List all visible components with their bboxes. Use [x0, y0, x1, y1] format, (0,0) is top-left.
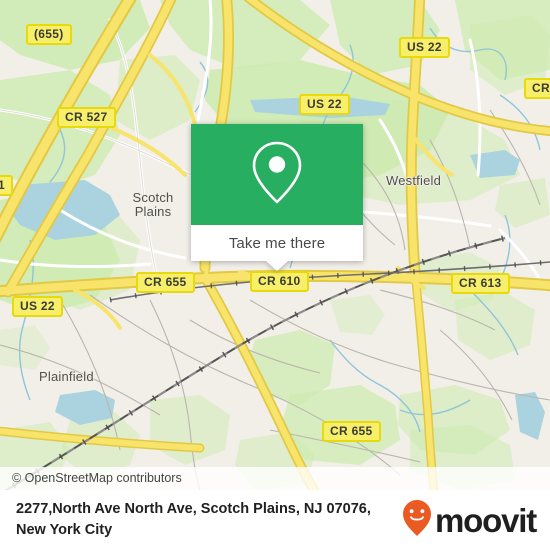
map-shield-left-edge: 1 [0, 175, 13, 196]
map-shield-cr5-right: CR 5 [524, 78, 550, 99]
popup-cta[interactable]: Take me there [191, 225, 363, 261]
moovit-smiley-pin-icon [402, 499, 432, 542]
map-shield-cr527: CR 527 [57, 107, 116, 128]
map-pin-icon [249, 139, 305, 210]
osm-attribution[interactable]: © OpenStreetMap contributors [0, 467, 550, 490]
address-text: 2277,North Ave North Ave, Scotch Plains,… [16, 501, 371, 538]
moovit-wordmark: moovit [435, 501, 537, 539]
location-popup-card[interactable]: Take me there [191, 124, 363, 271]
map-shield-cr655-bottom: CR 655 [322, 421, 381, 442]
map-shield-655: (655) [26, 24, 72, 45]
popup-header [191, 124, 363, 225]
footer-bar: 2277,North Ave North Ave, Scotch Plains,… [0, 490, 550, 550]
take-me-there-label: Take me there [228, 234, 326, 252]
moovit-brand[interactable]: moovit [402, 499, 537, 542]
moovit-map-screenshot: Scotch Plains Westfield Plainfield (655)… [0, 0, 550, 550]
map-shield-us22-left: US 22 [12, 296, 63, 317]
map-shield-cr655-center: CR 655 [136, 272, 195, 293]
map-viewport[interactable]: Scotch Plains Westfield Plainfield (655)… [0, 0, 550, 490]
map-shield-cr613: CR 613 [451, 273, 510, 294]
map-shield-cr610: CR 610 [250, 271, 309, 292]
popup-pointer-tail [266, 261, 288, 271]
map-shield-us22-topright: US 22 [399, 37, 450, 58]
map-shield-us22-top: US 22 [299, 94, 350, 115]
